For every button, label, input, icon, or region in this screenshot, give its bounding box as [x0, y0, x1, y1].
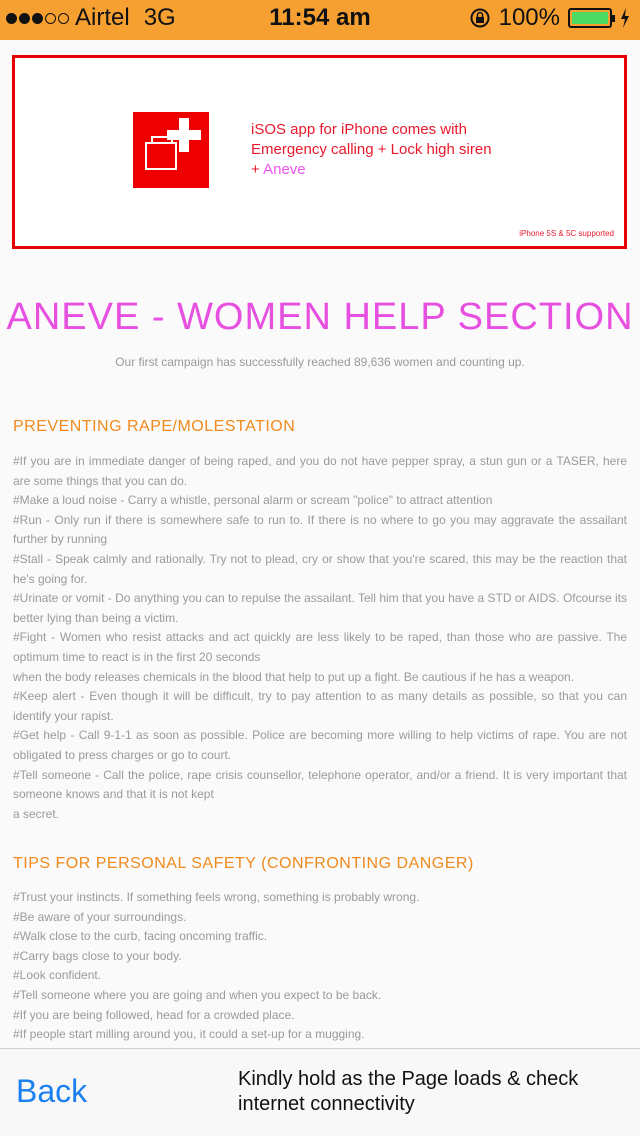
page-title: ANEVE - WOMEN HELP SECTION — [6, 296, 634, 338]
section-heading-preventing-rape: PREVENTING RAPE/MOLESTATION — [13, 418, 296, 435]
loading-message: Kindly hold as the Page loads & check in… — [238, 1068, 579, 1115]
tip-line: #Run - Only run if there is somewhere sa… — [13, 512, 627, 547]
tip-line: #Walk close to the curb, facing oncoming… — [13, 929, 268, 944]
section-body-preventing-rape: #If you are in immediate danger of being… — [13, 452, 627, 824]
tip-line: #Keep alert - Even though it will be dif… — [13, 689, 627, 723]
battery-icon — [568, 8, 615, 28]
status-right: 100% — [469, 4, 630, 32]
bottom-toolbar: Back Kindly hold as the Page loads & che… — [0, 1048, 640, 1136]
tip-line: #If you are being followed, head for a c… — [13, 1007, 295, 1022]
ad-text: iSOS app for iPhone comes with Emergency… — [251, 120, 492, 180]
tip-line: #Be aware of your surroundings. — [13, 909, 187, 924]
rotation-lock-icon — [470, 8, 490, 28]
tip-line: #Tell someone where you are going and wh… — [13, 987, 382, 1002]
tip-line: a secret. — [13, 806, 60, 821]
campaign-subtitle: Our first campaign has successfully reac… — [115, 355, 525, 369]
status-bar: Airtel 3G 11:54 am 100% — [0, 0, 640, 40]
isos-ad-banner[interactable]: iSOS app for iPhone comes with Emergency… — [12, 55, 627, 249]
tip-line: #Tell someone - Call the police, rape cr… — [13, 767, 627, 802]
back-button[interactable]: Back — [16, 1073, 87, 1110]
ad-line-2: Emergency calling + Lock high siren — [251, 141, 492, 158]
ad-line-3: + Aneve — [251, 160, 492, 180]
tip-line: #If you are in immediate danger of being… — [13, 454, 627, 488]
tip-line: #Look confident. — [13, 968, 102, 983]
tip-line: #Make a loud noise - Carry a whistle, pe… — [13, 493, 493, 508]
tip-line: #Get help - Call 9-1-1 as soon as possib… — [13, 728, 627, 762]
ad-supported-note: iPhone 5S & 5C supported — [519, 229, 614, 238]
tip-line: when the body releases chemicals in the … — [13, 669, 575, 684]
charging-bolt-icon — [621, 8, 629, 28]
isos-app-icon — [133, 112, 209, 188]
ad-line-3-prefix: + — [251, 161, 264, 178]
tip-line: #Stall - Speak calmly and rationally. Tr… — [13, 551, 627, 586]
tip-line: #Urinate or vomit - Do anything you can … — [13, 591, 627, 625]
section-body-personal-safety: #Trust your instincts. If something feel… — [13, 888, 627, 1045]
ad-line-1: iSOS app for iPhone comes with — [251, 121, 467, 138]
ad-brand: Aneve — [263, 161, 306, 178]
tip-line: #Trust your instincts. If something feel… — [13, 890, 420, 904]
tip-line: #If people start milling around you, it … — [13, 1027, 365, 1042]
battery-percent: 100% — [498, 4, 560, 31]
web-content[interactable]: iSOS app for iPhone comes with Emergency… — [0, 40, 640, 1048]
tip-line: #Fight - Women who resist attacks and ac… — [13, 630, 627, 664]
section-heading-personal-safety: TIPS FOR PERSONAL SAFETY (CONFRONTING DA… — [13, 855, 474, 872]
tip-line: #Carry bags close to your body. — [13, 948, 182, 963]
